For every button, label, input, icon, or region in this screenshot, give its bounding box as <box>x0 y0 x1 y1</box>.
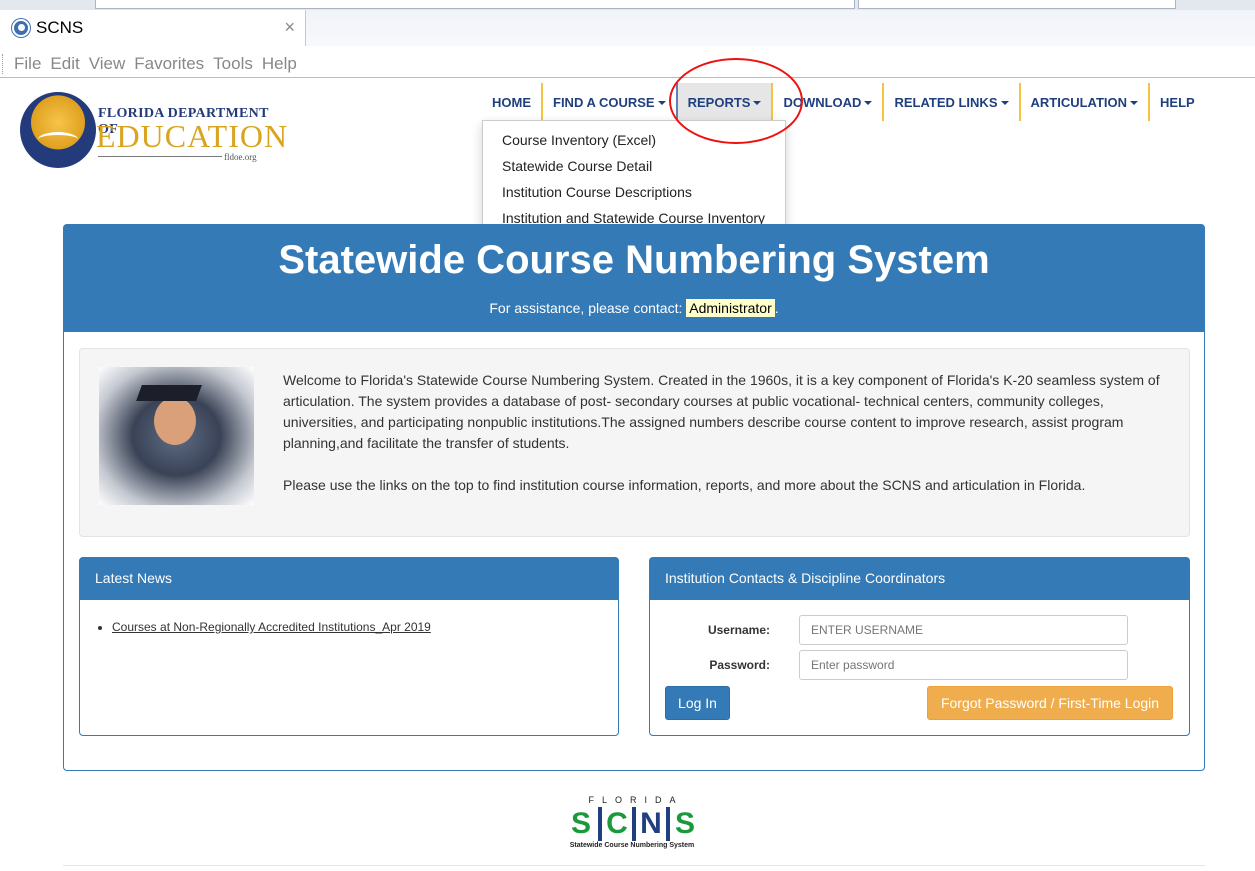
password-input[interactable] <box>799 650 1128 680</box>
news-link[interactable]: Courses at Non-Regionally Accredited Ins… <box>112 620 431 634</box>
ribbon-field <box>858 0 1176 9</box>
close-tab-icon[interactable]: × <box>284 17 295 38</box>
username-input[interactable] <box>799 615 1128 645</box>
logo-line2: EDUCATION <box>96 118 289 154</box>
browser-tab[interactable]: SCNS × <box>0 10 306 46</box>
graduate-photo <box>99 367 254 505</box>
nav-help-label: HELP <box>1160 94 1195 110</box>
nav-home-label: HOME <box>492 94 531 110</box>
page-title: Statewide Course Numbering System <box>278 238 990 282</box>
footer-tagline: Statewide Course Numbering System <box>569 842 695 849</box>
nav-help[interactable]: HELP <box>1148 83 1205 121</box>
caret-down-icon <box>1000 101 1009 105</box>
reports-dropdown: Course Inventory (Excel) Statewide Cours… <box>482 120 786 238</box>
footer-letters: S C N S <box>552 807 712 841</box>
nav-download-label: DOWNLOAD <box>783 94 862 110</box>
latest-news-header: Latest News <box>80 558 618 600</box>
menu-help[interactable]: Help <box>262 54 297 74</box>
main-panel: Statewide Course Numbering System For as… <box>63 224 1205 771</box>
nav-find-a-course-label: FIND A COURSE <box>553 94 655 110</box>
caret-down-icon <box>864 101 873 105</box>
assistance-prefix: For assistance, please contact: <box>489 300 683 316</box>
ribbon-field <box>95 0 855 9</box>
scns-footer-logo: FLORIDA S C N S Statewide Course Numberi… <box>552 795 712 859</box>
nav-articulation-label: ARTICULATION <box>1030 94 1128 110</box>
welcome-text: Welcome to Florida's Statewide Course Nu… <box>283 370 1173 496</box>
reports-course-inventory-excel[interactable]: Course Inventory (Excel) <box>483 127 785 153</box>
menu-file[interactable]: File <box>14 54 41 74</box>
login-header: Institution Contacts & Discipline Coordi… <box>650 558 1189 600</box>
news-item: Courses at Non-Regionally Accredited Ins… <box>112 620 618 634</box>
nav-articulation[interactable]: ARTICULATION <box>1018 83 1149 121</box>
footer-letter: C <box>598 807 632 841</box>
nav-reports-label: REPORTS <box>687 94 751 110</box>
favicon-icon <box>12 19 30 37</box>
welcome-instructions: Please use the links on the top to find … <box>283 477 1086 493</box>
news-list: Courses at Non-Regionally Accredited Ins… <box>80 600 618 634</box>
reports-statewide-course-detail[interactable]: Statewide Course Detail <box>483 153 785 179</box>
nav-related-links[interactable]: RELATED LINKS <box>882 83 1018 121</box>
footer-divider <box>63 865 1205 866</box>
welcome-paragraph: Welcome to Florida's Statewide Course Nu… <box>283 372 1160 451</box>
footer-sup: FLORIDA <box>588 795 684 805</box>
tab-title: SCNS <box>36 18 84 37</box>
browser-tab-bar: SCNS × <box>0 0 1255 46</box>
fldoe-seal-icon <box>20 92 96 168</box>
caret-down-icon <box>657 101 666 105</box>
administrator-link[interactable]: Administrator <box>686 299 775 317</box>
welcome-well: Welcome to Florida's Statewide Course Nu… <box>79 348 1190 537</box>
hero-header: Statewide Course Numbering System For as… <box>64 225 1204 332</box>
menu-tools[interactable]: Tools <box>213 54 253 74</box>
nav-download[interactable]: DOWNLOAD <box>771 83 882 121</box>
assistance-line: For assistance, please contact: Administ… <box>64 299 1204 317</box>
menu-view[interactable]: View <box>89 54 126 74</box>
fldoe-logo[interactable]: FLORIDA DEPARTMENT OF EDUCATION fldoe.or… <box>20 92 287 168</box>
menu-favorites[interactable]: Favorites <box>134 54 204 74</box>
latest-news-box: Latest News Courses at Non-Regionally Ac… <box>79 557 619 736</box>
forgot-password-button[interactable]: Forgot Password / First-Time Login <box>927 686 1173 720</box>
browser-menu-bar: File Edit View Favorites Tools Help <box>0 50 1255 78</box>
logo-rule <box>98 156 222 157</box>
assistance-suffix: . <box>774 300 779 316</box>
logo-line3: fldoe.org <box>224 152 257 162</box>
footer-letter: S <box>570 807 591 840</box>
nav-find-a-course[interactable]: FIND A COURSE <box>541 83 676 121</box>
username-label: Username: <box>707 623 770 637</box>
password-label: Password: <box>709 658 770 672</box>
nav-home[interactable]: HOME <box>482 83 541 121</box>
menu-edit[interactable]: Edit <box>50 54 79 74</box>
footer-letter: S <box>666 807 700 841</box>
reports-institution-course-descriptions[interactable]: Institution Course Descriptions <box>483 179 785 205</box>
main-nav: HOME FIND A COURSE REPORTS DOWNLOAD RELA… <box>482 83 1205 121</box>
background-ribbon-strip <box>0 0 1255 10</box>
nav-related-links-label: RELATED LINKS <box>894 94 998 110</box>
caret-down-icon <box>1130 101 1139 105</box>
login-button[interactable]: Log In <box>665 686 730 720</box>
nav-reports[interactable]: REPORTS <box>675 83 772 121</box>
footer-letter: N <box>632 807 666 841</box>
login-box: Institution Contacts & Discipline Coordi… <box>649 557 1190 736</box>
caret-down-icon <box>753 101 762 105</box>
